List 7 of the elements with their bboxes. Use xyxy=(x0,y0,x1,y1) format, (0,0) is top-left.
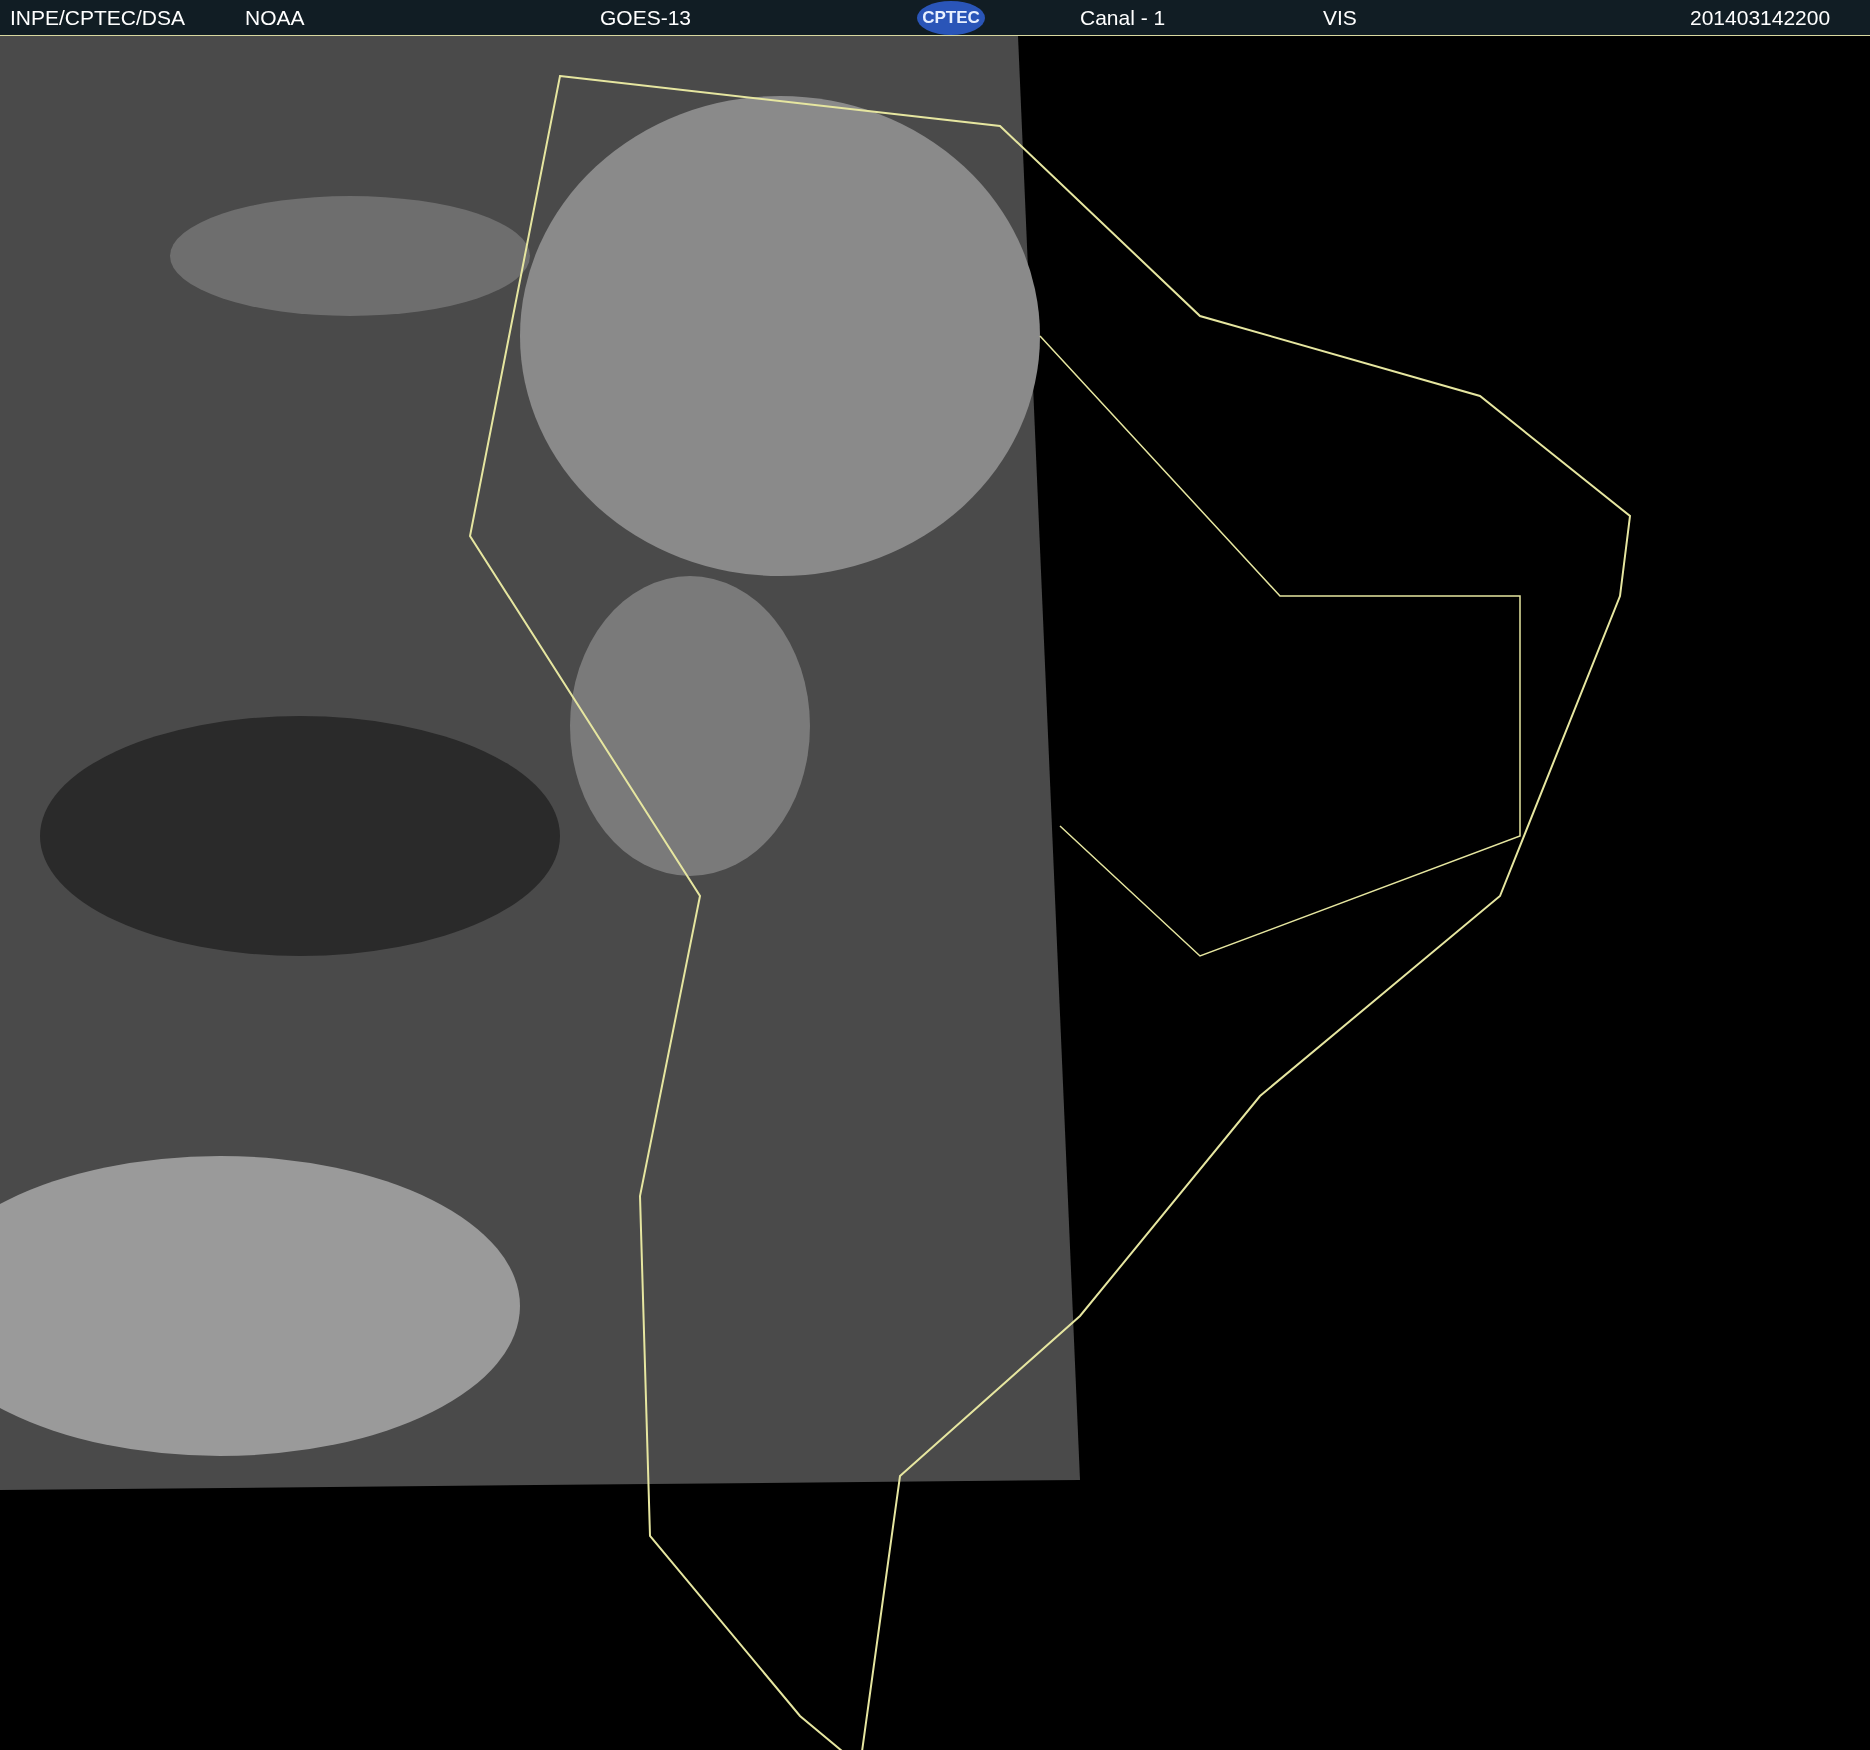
timestamp-label: 201403142200 xyxy=(1690,5,1831,29)
satellite-label: GOES-13 xyxy=(600,5,692,29)
band-label: VIS xyxy=(1323,5,1357,29)
logo: CPTEC xyxy=(917,0,985,35)
agency-label: NOAA xyxy=(245,5,305,29)
source-label: INPE/CPTEC/DSA xyxy=(10,5,186,29)
channel-label: Canal - 1 xyxy=(1080,5,1166,29)
